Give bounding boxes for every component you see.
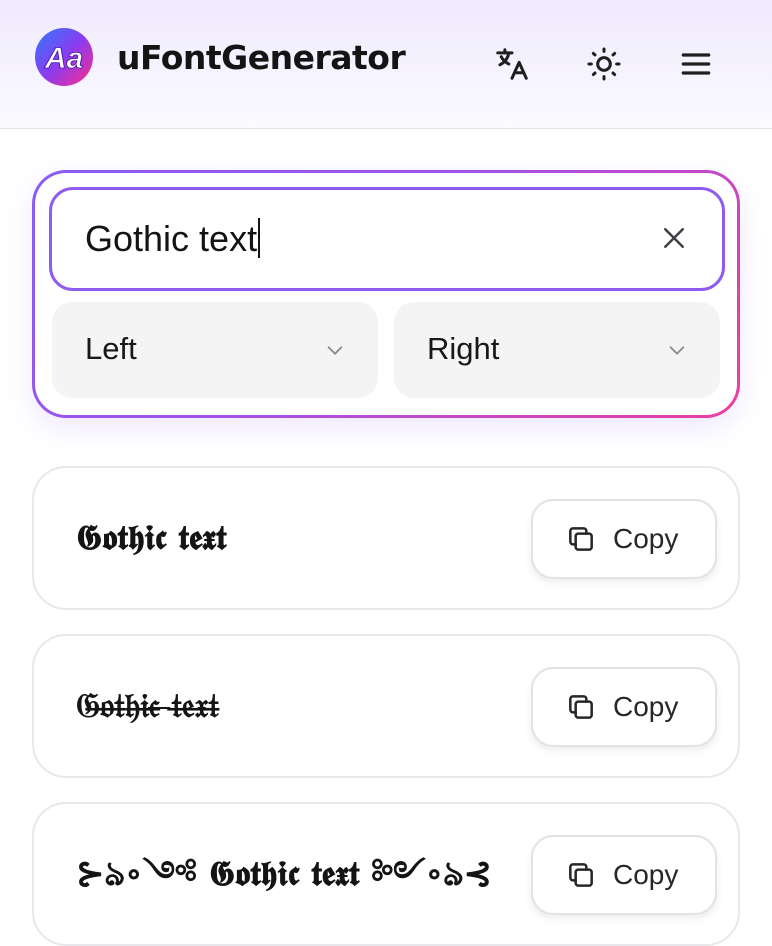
font-result-card: ⊱ঌ∘༺ 𝕲𝖔𝖙𝖍𝖎𝖈 𝖙𝖊𝖝𝖙 ༻∘ঌ⊰ Copy: [32, 802, 740, 946]
right-decoration-select[interactable]: Right: [394, 302, 720, 398]
app-logo[interactable]: Aa: [34, 27, 94, 87]
left-decoration-select[interactable]: Left: [52, 302, 378, 398]
font-result-card: 𝔊̶𝔬̶𝔱̶𝔥̶𝔦̶𝔠̶ ̶𝔱̶𝔢̶𝔵̶𝔱̶ Copy: [32, 634, 740, 778]
theme-toggle-button[interactable]: [580, 40, 628, 88]
chevron-down-icon: [327, 346, 343, 355]
clear-input-button[interactable]: [650, 214, 698, 262]
chevron-down-icon: [669, 346, 685, 355]
text-input-panel: Gothic text Left Right: [32, 170, 740, 418]
brand-name[interactable]: uFontGenerator: [117, 36, 406, 80]
sun-icon: [587, 47, 621, 81]
text-input-value[interactable]: Gothic text: [85, 216, 261, 262]
copy-label: Copy: [613, 523, 679, 554]
hamburger-menu-icon: [681, 53, 711, 75]
styled-text: 𝕲𝖔𝖙𝖍𝖎𝖈 𝖙𝖊𝖝𝖙: [76, 518, 227, 558]
styled-text: ⊱ঌ∘༺ 𝕲𝖔𝖙𝖍𝖎𝖈 𝖙𝖊𝖝𝖙 ༻∘ঌ⊰: [76, 854, 493, 894]
copy-button[interactable]: Copy: [531, 667, 717, 747]
copy-icon: [569, 527, 593, 551]
copy-icon: [569, 695, 593, 719]
left-select-value: Left: [85, 331, 137, 366]
translate-icon: [496, 48, 528, 80]
text-caret: [258, 218, 261, 258]
translate-button[interactable]: [488, 40, 536, 88]
copy-button[interactable]: Copy: [531, 499, 717, 579]
copy-label: Copy: [613, 859, 679, 890]
copy-icon: [569, 863, 593, 887]
close-icon: [664, 228, 684, 248]
copy-button[interactable]: Copy: [531, 835, 717, 915]
app-header: Aa uFontGenerator: [0, 0, 772, 129]
text-input-field[interactable]: Gothic text: [49, 187, 725, 291]
copy-label: Copy: [613, 691, 679, 722]
input-value-text: Gothic text: [85, 218, 258, 259]
menu-button[interactable]: [672, 40, 720, 88]
font-result-card: 𝕲𝖔𝖙𝖍𝖎𝖈 𝖙𝖊𝖝𝖙 Copy: [32, 466, 740, 610]
panel-inner: Gothic text Left Right: [35, 173, 737, 415]
styled-text: 𝔊̶𝔬̶𝔱̶𝔥̶𝔦̶𝔠̶ ̶𝔱̶𝔢̶𝔵̶𝔱̶: [76, 686, 219, 726]
right-select-value: Right: [427, 331, 500, 366]
logo-text: Aa: [44, 42, 83, 75]
